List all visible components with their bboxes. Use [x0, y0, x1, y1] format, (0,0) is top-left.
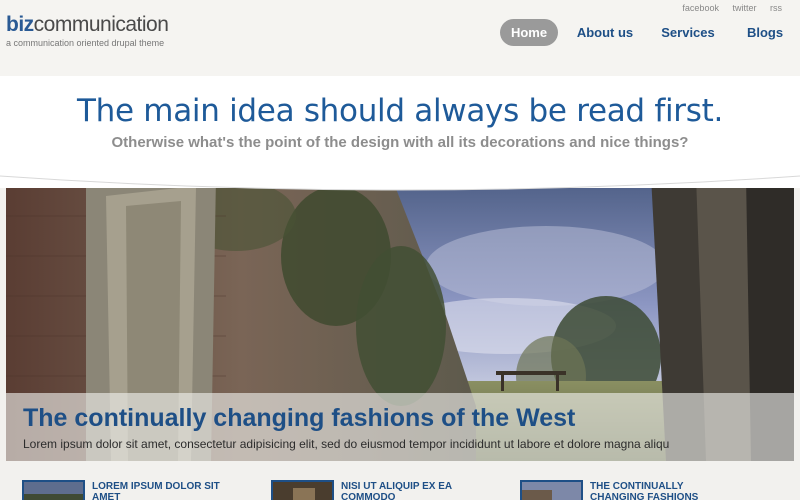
site-header: bizcommunication a communication oriente…	[0, 0, 800, 76]
slide-text: Lorem ipsum dolor sit amet, consectetur …	[23, 437, 670, 451]
social-links: facebook twitter rss	[671, 3, 782, 13]
slide-title[interactable]: The continually changing fashions of the…	[23, 404, 575, 433]
teaser-title[interactable]: THE CONTINUALLY CHANGING FASHIONS	[590, 481, 730, 500]
nav-services[interactable]: Services	[660, 19, 716, 46]
teaser-title[interactable]: LOREM IPSUM DOLOR SIT AMET	[92, 481, 232, 500]
twitter-link[interactable]: twitter	[732, 3, 756, 13]
teaser-list: LOREM IPSUM DOLOR SIT AMET NISI UT ALIQU…	[0, 470, 800, 500]
logo-wordmark: bizcommunication	[6, 13, 169, 36]
teaser-thumbnail[interactable]	[520, 480, 583, 500]
hero-title: The main idea should always be read firs…	[77, 93, 723, 129]
hero-subtitle: Otherwise what's the point of the design…	[111, 134, 689, 151]
nav-home[interactable]: Home	[500, 19, 558, 46]
teaser-thumbnail[interactable]	[271, 480, 334, 500]
logo-tagline: a communication oriented drupal theme	[6, 38, 165, 48]
rss-link[interactable]: rss	[770, 3, 782, 13]
nav-blogs[interactable]: Blogs	[742, 19, 788, 46]
featured-slide[interactable]: The continually changing fashions of the…	[6, 176, 794, 461]
facebook-link[interactable]: facebook	[682, 3, 719, 13]
hero-curve	[0, 160, 800, 191]
teaser-thumbnail[interactable]	[22, 480, 85, 500]
teaser-title[interactable]: NISI UT ALIQUIP EX EA COMMODO	[341, 481, 481, 500]
nav-about-us[interactable]: About us	[575, 19, 635, 46]
slide-caption: The continually changing fashions of the…	[6, 393, 794, 461]
site-logo[interactable]: bizcommunication a communication oriente…	[6, 13, 169, 48]
